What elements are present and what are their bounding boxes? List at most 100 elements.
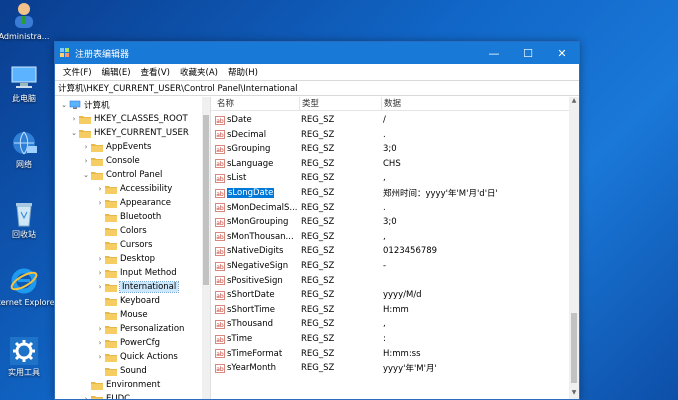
list-row[interactable]: ab sPositiveSign REG_SZ: [211, 274, 569, 288]
svg-text:ab: ab: [216, 249, 224, 256]
chevron-right-icon[interactable]: ›: [95, 353, 105, 361]
tree-item[interactable]: ⌄ Control Panel: [81, 168, 162, 182]
address-path[interactable]: 计算机\HKEY_CURRENT_USER\Control Panel\Inte…: [58, 82, 298, 94]
list-row[interactable]: ab sYearMonth REG_SZ yyyy'年'M'月': [211, 361, 569, 375]
title-bar[interactable]: 注册表编辑器 — ☐ ✕: [55, 42, 579, 64]
desktop-icon-gear[interactable]: 实用工具: [0, 336, 48, 378]
key-tree[interactable]: ⌄ 计算机 › HKEY_CLASSES_ROOT ⌄ HKEY_CURRENT_USER…: [55, 97, 211, 399]
user-icon: [15, 3, 33, 28]
chevron-right-icon[interactable]: ›: [81, 157, 91, 165]
list-scrollbar[interactable]: ▲ ▼: [569, 97, 579, 399]
tree-item[interactable]: Colors: [95, 224, 147, 238]
tree-item[interactable]: Mouse: [95, 308, 148, 322]
list-row[interactable]: ab sNegativeSign REG_SZ -: [211, 259, 569, 273]
list-row[interactable]: ab sLanguage REG_SZ CHS: [211, 157, 569, 171]
tree-item[interactable]: › Personalization: [95, 322, 184, 336]
tree-item[interactable]: Cursors: [95, 238, 152, 252]
list-row[interactable]: ab sShortDate REG_SZ yyyy/M/d: [211, 288, 569, 302]
list-row[interactable]: ab sGrouping REG_SZ 3;0: [211, 142, 569, 156]
tree-item-label: Environment: [106, 380, 161, 390]
chevron-right-icon[interactable]: ›: [69, 115, 79, 123]
values-list[interactable]: 名称 类型 数据 ▲ ▼ ab sDate REG_SZ / ab sDecimal REG…: [211, 97, 579, 399]
tree-item[interactable]: › Accessibility: [95, 182, 172, 196]
tree-item[interactable]: ⌄ 计算机: [59, 98, 110, 112]
desktop-icon-internet-explorer[interactable]: Internet Explorer: [0, 266, 58, 308]
maximize-button[interactable]: ☐: [511, 42, 545, 64]
address-bar[interactable]: 计算机\HKEY_CURRENT_USER\Control Panel\Inte…: [55, 80, 579, 96]
value-name-cell: ab sDate: [211, 115, 299, 125]
column-data-header[interactable]: 数据: [381, 97, 569, 110]
chevron-right-icon[interactable]: ›: [95, 325, 105, 333]
list-row[interactable]: ab sMonThousan... REG_SZ,: [211, 230, 569, 244]
tree-item[interactable]: › Input Method: [95, 266, 177, 280]
minimize-button[interactable]: —: [477, 42, 511, 64]
tree-item[interactable]: › Quick Actions: [95, 350, 178, 364]
list-row[interactable]: ab sDate REG_SZ /: [211, 113, 569, 127]
chevron-right-icon[interactable]: ›: [95, 255, 105, 263]
string-value-icon: ab: [215, 320, 225, 329]
tree-item[interactable]: Keyboard: [95, 294, 160, 308]
tree-item[interactable]: › Console: [81, 154, 140, 168]
chevron-right-icon[interactable]: ›: [95, 185, 105, 193]
tree-item[interactable]: Environment: [81, 378, 160, 392]
tree-item[interactable]: › EUDC: [81, 392, 130, 399]
desktop-icon-computer[interactable]: 此电脑: [0, 62, 48, 104]
desktop-icon-recycle-bin[interactable]: 回收站: [0, 198, 48, 240]
column-name-header[interactable]: 名称: [211, 97, 299, 110]
chevron-right-icon[interactable]: ›: [81, 143, 91, 151]
chevron-right-icon[interactable]: ›: [95, 283, 105, 291]
scroll-up-arrow-icon[interactable]: ▲: [569, 97, 579, 107]
value-name: sDecimal: [227, 129, 267, 140]
menu-help[interactable]: 帮助(H): [223, 66, 263, 78]
close-button[interactable]: ✕: [545, 42, 579, 64]
list-row[interactable]: ab sLongDate REG_SZ 郑州时间：yyyy'年'M'月'd'日': [211, 186, 569, 200]
desktop-icon-network[interactable]: 网络: [0, 128, 48, 170]
tree-item[interactable]: › Desktop: [95, 252, 155, 266]
list-row[interactable]: ab sNativeDigits REG_SZ 0123456789: [211, 244, 569, 258]
tree-scrollbar-thumb[interactable]: [203, 115, 209, 285]
chevron-right-icon[interactable]: ›: [95, 199, 105, 207]
tree-item[interactable]: › Appearance: [95, 196, 171, 210]
chevron-down-icon[interactable]: ⌄: [59, 101, 69, 109]
tree-scrollbar[interactable]: [202, 97, 210, 399]
scroll-down-arrow-icon[interactable]: ▼: [569, 389, 579, 399]
tree-item[interactable]: › PowerCfg: [95, 336, 160, 350]
chevron-down-icon[interactable]: ⌄: [69, 129, 79, 137]
value-data: 0123456789: [383, 246, 438, 257]
string-value-icon: ab: [215, 203, 225, 212]
value-data: 郑州时间：yyyy'年'M'月'd'日': [383, 189, 498, 199]
tree-item[interactable]: Sound: [95, 364, 147, 378]
list-row[interactable]: ab sThousand REG_SZ,: [211, 317, 569, 331]
string-value-icon: ab: [215, 144, 225, 154]
list-row[interactable]: ab sMonDecimalS... REG_SZ.: [211, 201, 569, 215]
desktop-icon-user[interactable]: Administra...: [0, 0, 50, 42]
list-row[interactable]: ab sTime REG_SZ:: [211, 332, 569, 346]
window-title: 注册表编辑器: [75, 49, 130, 60]
value-name: sMonGrouping: [227, 217, 289, 228]
menu-favorites[interactable]: 收藏夹(A): [175, 66, 223, 78]
tree-item[interactable]: › HKEY_CLASSES_ROOT: [69, 112, 188, 126]
chevron-right-icon[interactable]: ›: [95, 339, 105, 347]
chevron-down-icon[interactable]: ⌄: [81, 171, 91, 179]
list-row[interactable]: ab sList REG_SZ,: [211, 171, 569, 185]
desktop-icon-label: Administra...: [0, 32, 50, 41]
menu-file[interactable]: 文件(F): [58, 66, 97, 78]
list-row[interactable]: ab sDecimal REG_SZ.: [211, 128, 569, 142]
string-value-icon: ab: [215, 334, 225, 344]
menu-edit[interactable]: 编辑(E): [97, 66, 136, 78]
list-row[interactable]: ab sShortTime REG_SZ H:mm: [211, 303, 569, 317]
menu-view[interactable]: 查看(V): [136, 66, 175, 78]
tree-item[interactable]: Bluetooth: [95, 210, 161, 224]
list-scrollbar-thumb[interactable]: [571, 313, 577, 383]
tree-item[interactable]: › International: [95, 280, 180, 294]
column-type-header[interactable]: 类型: [299, 97, 381, 110]
value-data: ,: [383, 173, 386, 184]
tree-item[interactable]: › AppEvents: [81, 140, 151, 154]
chevron-right-icon[interactable]: ›: [81, 395, 91, 399]
value-name-cell: ab sYearMonth: [211, 363, 299, 373]
svg-text:ab: ab: [216, 234, 224, 241]
list-row[interactable]: ab sMonGrouping REG_SZ 3;0: [211, 215, 569, 229]
list-row[interactable]: ab sTimeFormat REG_SZ H:mm:ss: [211, 347, 569, 361]
chevron-right-icon[interactable]: ›: [95, 269, 105, 277]
tree-item[interactable]: ⌄ HKEY_CURRENT_USER: [69, 126, 189, 140]
